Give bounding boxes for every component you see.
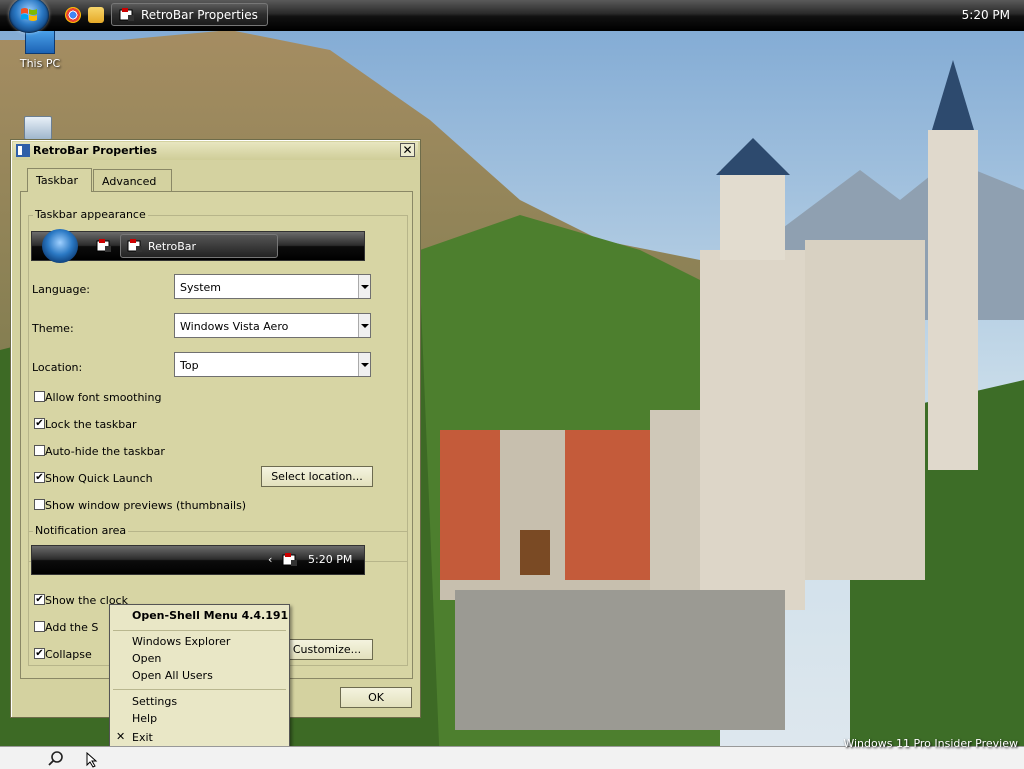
chevron-left-icon: ‹ (268, 553, 273, 566)
desktop-icon-recycle-bin[interactable] (22, 116, 54, 140)
checkbox-lock-taskbar[interactable]: ✔ (34, 418, 45, 429)
start-button[interactable] (9, 0, 49, 33)
close-icon: ✕ (116, 730, 126, 743)
location-label: Location: (32, 361, 83, 374)
theme-select[interactable]: Windows Vista Aero (174, 313, 371, 338)
language-value: System (180, 281, 222, 294)
tab-label: Taskbar (36, 174, 78, 187)
start-orb-preview (42, 229, 78, 263)
tab-advanced[interactable]: Advanced (93, 169, 172, 191)
chevron-down-icon (358, 314, 370, 337)
chevron-down-icon (358, 353, 370, 376)
checkbox-label: Allow font smoothing (45, 391, 162, 404)
taskbar: RetroBar Properties 5:20 PM (0, 0, 1024, 33)
recycle-bin-icon (24, 116, 52, 140)
taskbar-clock[interactable]: 5:20 PM (962, 8, 1010, 22)
menu-item-exit[interactable]: Exit (132, 731, 153, 744)
menu-item-settings[interactable]: Settings (132, 695, 177, 708)
language-select[interactable]: System (174, 274, 371, 299)
desktop-icon-this-pc[interactable]: This PC (10, 30, 70, 70)
retrobar-icon (127, 239, 142, 252)
windows-logo-icon (21, 8, 37, 21)
menu-item-windows-explorer[interactable]: Windows Explorer (132, 635, 230, 648)
open-shell-context-menu: Open-Shell Menu 4.4.191 Windows Explorer… (109, 604, 290, 749)
retrobar-icon (96, 239, 111, 252)
menu-item-open-all-users[interactable]: Open All Users (132, 669, 213, 682)
select-location-button[interactable]: Select location... (261, 466, 373, 487)
chevron-down-icon (358, 275, 370, 298)
checkbox-label: Collapse (45, 648, 92, 661)
checkbox-window-previews[interactable] (34, 499, 45, 510)
retrobar-icon (282, 553, 297, 566)
preview-task-button: RetroBar (120, 234, 278, 258)
checkbox-label: Show window previews (thumbnails) (45, 499, 247, 512)
menu-item-open[interactable]: Open (132, 652, 161, 665)
group-title: Notification area (33, 524, 129, 537)
menu-item-help[interactable]: Help (132, 712, 157, 725)
close-icon: ✕ (402, 143, 413, 157)
checkbox-show-clock[interactable]: ✔ (34, 594, 45, 605)
close-button[interactable]: ✕ (400, 143, 415, 157)
retrobar-icon (119, 8, 134, 21)
desktop-icon-label: This PC (19, 57, 61, 70)
theme-label: Theme: (32, 322, 74, 335)
tray-preview: ‹ 5:20 PM (31, 545, 365, 575)
checkbox-label: Add the S (45, 621, 99, 634)
mouse-cursor-icon (86, 752, 98, 768)
os-watermark: Windows 11 Pro Insider Preview (843, 737, 1018, 750)
group-taskbar-appearance: Taskbar appearance RetroBar Language: Sy… (28, 208, 408, 562)
menu-header: Open-Shell Menu 4.4.191 (132, 609, 289, 622)
theme-value: Windows Vista Aero (180, 320, 289, 333)
dialog-app-icon (16, 144, 30, 157)
checkbox-show-quick-launch[interactable]: ✔ (34, 472, 45, 483)
file-explorer-icon[interactable] (88, 7, 104, 23)
task-button-label: RetroBar Properties (141, 8, 258, 22)
menu-separator (113, 630, 286, 631)
preview-task-label: RetroBar (148, 240, 197, 253)
checkbox-collapse[interactable]: ✔ (34, 648, 45, 659)
location-value: Top (180, 359, 199, 372)
checkbox-label: Auto-hide the taskbar (45, 445, 165, 458)
ok-button[interactable]: OK (340, 687, 412, 708)
taskbar-preview: RetroBar (31, 229, 365, 263)
tab-taskbar[interactable]: Taskbar (27, 168, 92, 192)
chrome-icon[interactable] (65, 7, 81, 23)
menu-separator (113, 689, 286, 690)
checkbox-font-smoothing[interactable] (34, 391, 45, 402)
checkbox-label: Lock the taskbar (45, 418, 137, 431)
customize-button[interactable]: Customize... (281, 639, 373, 660)
language-label: Language: (32, 283, 90, 296)
checkbox-auto-hide[interactable] (34, 445, 45, 456)
checkbox-add-s[interactable] (34, 621, 45, 632)
dialog-title: RetroBar Properties (33, 144, 158, 157)
dialog-titlebar[interactable]: RetroBar Properties ✕ (13, 142, 418, 160)
search-icon[interactable] (47, 750, 65, 767)
preview-clock: 5:20 PM (308, 553, 353, 566)
taskbar-button-retrobar-properties[interactable]: RetroBar Properties (111, 3, 268, 26)
location-select[interactable]: Top (174, 352, 371, 377)
tab-label: Advanced (102, 175, 157, 188)
group-title: Taskbar appearance (33, 208, 148, 221)
checkbox-label: Show Quick Launch (45, 472, 153, 485)
computer-icon (25, 30, 55, 54)
